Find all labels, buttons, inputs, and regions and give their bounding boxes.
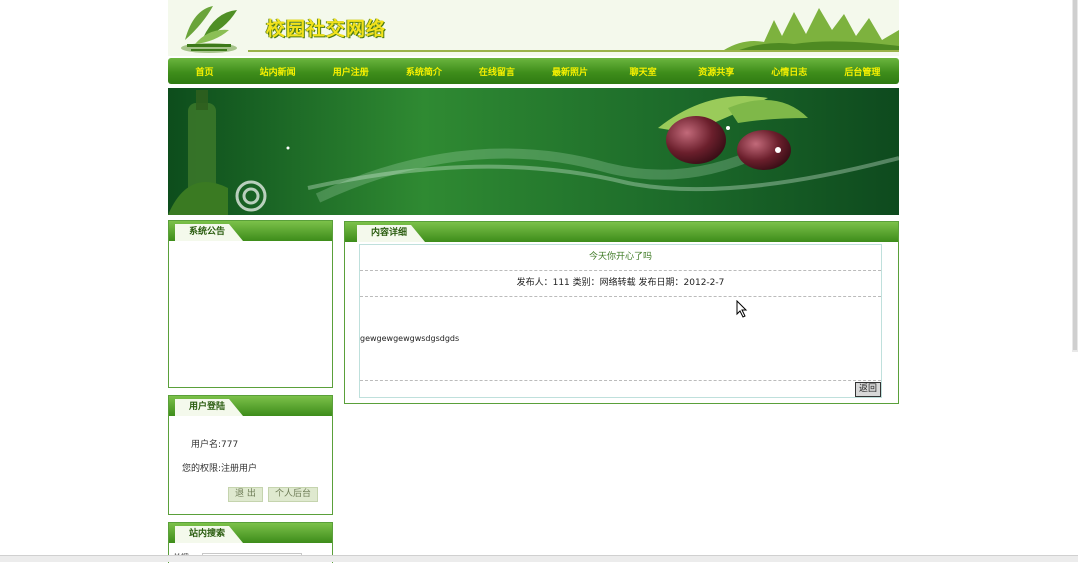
post-title: 今天你开心了吗 — [360, 245, 881, 271]
nav-about[interactable]: 系统简介 — [387, 65, 460, 78]
main-nav: 首页 站内新闻 用户注册 系统简介 在线留言 最新照片 聊天室 资源共享 心情日… — [168, 58, 899, 84]
scrollbar-thumb[interactable] — [1073, 0, 1077, 350]
nav-site-news[interactable]: 站内新闻 — [241, 65, 314, 78]
browser-statusbar — [0, 555, 1078, 562]
permission-line: 您的权限:注册用户 — [182, 464, 258, 474]
login-panel: 用户登陆 用户名:777 您的权限:注册用户 退 出 个人后台 — [168, 395, 333, 515]
site-header: 校园社交网络 — [168, 0, 899, 56]
post-meta: 发布人：111 类别：网络转载 发布日期：2012-2-7 — [360, 271, 881, 297]
logout-button[interactable]: 退 出 — [228, 487, 263, 502]
post-content: gewgewgewgwsdgsdgds — [360, 334, 460, 343]
nav-guestbook[interactable]: 在线留言 — [460, 65, 533, 78]
banner-image — [168, 88, 899, 215]
back-button[interactable]: 返回 — [854, 382, 881, 397]
announcement-panel: 系统公告 — [168, 220, 333, 388]
search-title: 站内搜索 — [175, 526, 243, 543]
nav-photos[interactable]: 最新照片 — [533, 65, 606, 78]
mouse-cursor-icon — [736, 300, 748, 318]
detail-title: 内容详细 — [357, 225, 425, 242]
nav-chat[interactable]: 聊天室 — [607, 65, 680, 78]
login-header: 用户登陆 — [169, 396, 332, 416]
nav-home[interactable]: 首页 — [168, 65, 241, 78]
page-container: 校园社交网络 首页 站内新闻 用户注册 系统简介 在线留言 最新照片 聊天室 资… — [168, 0, 899, 563]
nav-admin[interactable]: 后台管理 — [826, 65, 899, 78]
page-scrollbar[interactable] — [1072, 0, 1078, 352]
announcement-title: 系统公告 — [175, 224, 243, 241]
detail-content-box: 今天你开心了吗 发布人：111 类别：网络转载 发布日期：2012-2-7 ge… — [359, 244, 882, 398]
username-line: 用户名:777 — [191, 440, 239, 450]
announcement-header: 系统公告 — [169, 221, 332, 241]
post-body: gewgewgewgwsdgsdgds — [360, 297, 881, 381]
site-title: 校园社交网络 — [266, 18, 387, 40]
personal-backend-button[interactable]: 个人后台 — [268, 487, 319, 502]
detail-panel: 内容详细 今天你开心了吗 发布人：111 类别：网络转载 发布日期：2012-2… — [344, 221, 899, 404]
login-title: 用户登陆 — [175, 399, 243, 416]
nav-resources[interactable]: 资源共享 — [680, 65, 753, 78]
trees-decoration — [724, 0, 899, 52]
detail-header: 内容详细 — [345, 222, 898, 242]
nav-register[interactable]: 用户注册 — [314, 65, 387, 78]
nav-diary[interactable]: 心情日志 — [753, 65, 826, 78]
header-divider — [248, 50, 899, 52]
leaf-logo-icon — [181, 6, 237, 53]
search-header: 站内搜索 — [169, 523, 332, 543]
